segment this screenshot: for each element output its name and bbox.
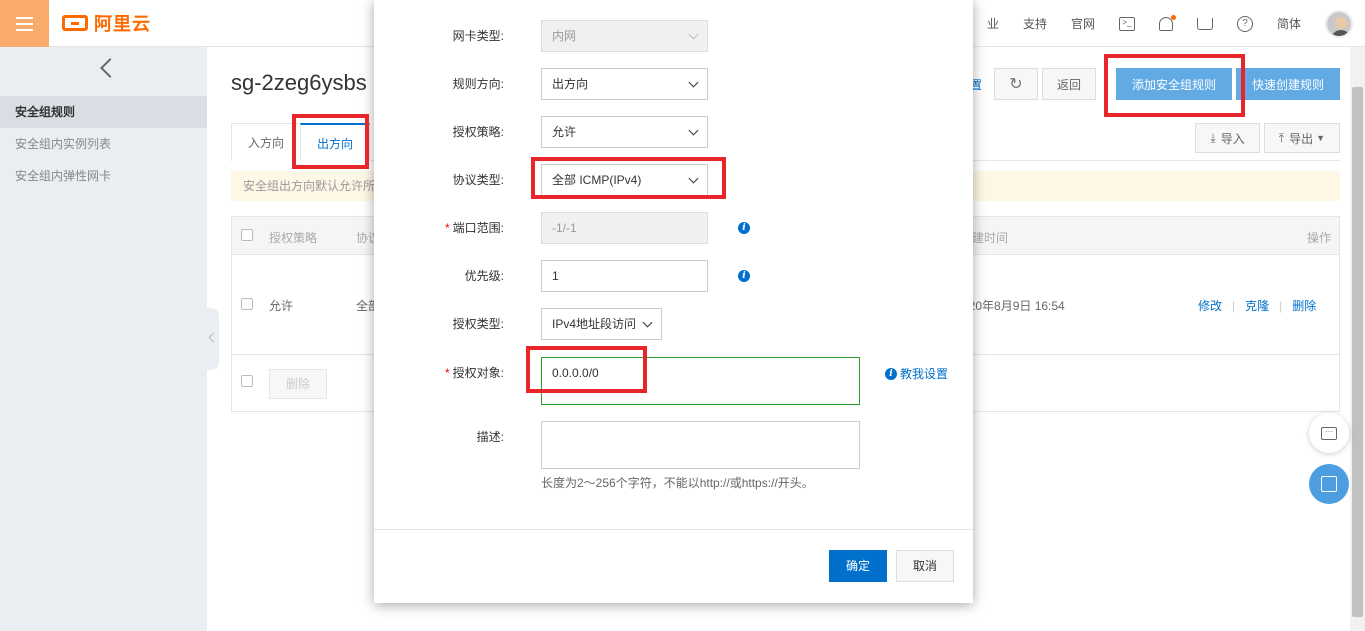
info-icon: i	[885, 367, 897, 380]
description-hint: 长度为2～256个字符，不能以http://或https://开头。	[541, 476, 814, 490]
priority-input[interactable]: 1	[541, 260, 708, 292]
priority-label: 优先级:	[464, 269, 504, 283]
auth-object-label: * 授权对象:	[445, 357, 504, 389]
row-port-range: * 端口范围: -1/-1 i	[374, 212, 973, 244]
row-policy: 授权策略: 允许	[374, 116, 973, 148]
priority-info-icon[interactable]: i	[738, 270, 750, 282]
port-range-input: -1/-1	[541, 212, 708, 244]
protocol-label: 协议类型:	[452, 173, 504, 187]
port-range-label-text: 端口范围:	[452, 221, 504, 235]
policy-select[interactable]: 允许	[541, 116, 708, 148]
auth-type-label: 授权类型:	[452, 317, 504, 331]
required-mark: *	[444, 221, 450, 235]
port-range-label: * 端口范围:	[445, 212, 504, 244]
row-nic-type: 网卡类型: 内网	[374, 20, 973, 52]
row-description: 描述:	[374, 421, 973, 469]
row-direction: 规则方向: 出方向	[374, 68, 973, 100]
row-auth-type: 授权类型: IPv4地址段访问	[374, 308, 973, 340]
auth-object-label-text: 授权对象:	[452, 366, 504, 380]
confirm-button[interactable]: 确定	[829, 550, 887, 582]
description-label: 描述:	[476, 430, 504, 444]
row-priority: 优先级: 1 i	[374, 260, 973, 292]
add-rule-dialog: 网卡类型: 内网 规则方向: 出方向 授权策略: 允许 协议类型: 全部 ICM…	[374, 0, 973, 603]
protocol-select[interactable]: 全部 ICMP(IPv4)	[541, 164, 708, 196]
teach-me-label: 教我设置	[900, 367, 949, 381]
description-textarea[interactable]	[541, 421, 860, 469]
direction-select[interactable]: 出方向	[541, 68, 708, 100]
direction-label: 规则方向:	[452, 77, 504, 91]
teach-me-link[interactable]: i 教我设置	[885, 365, 948, 382]
port-info-icon[interactable]: i	[738, 222, 750, 234]
required-mark: *	[444, 366, 450, 380]
row-auth-object: * 授权对象: 0.0.0.0/0 i 教我设置	[374, 357, 973, 405]
policy-label: 授权策略:	[452, 125, 504, 139]
nic-type-label: 网卡类型:	[452, 29, 504, 43]
auth-object-textarea[interactable]: 0.0.0.0/0	[541, 357, 860, 405]
nic-type-select: 内网	[541, 20, 708, 52]
auth-type-select[interactable]: IPv4地址段访问	[541, 308, 662, 340]
dialog-footer: 确定 取消	[374, 529, 973, 603]
cancel-button[interactable]: 取消	[896, 550, 954, 582]
row-protocol: 协议类型: 全部 ICMP(IPv4)	[374, 164, 973, 196]
